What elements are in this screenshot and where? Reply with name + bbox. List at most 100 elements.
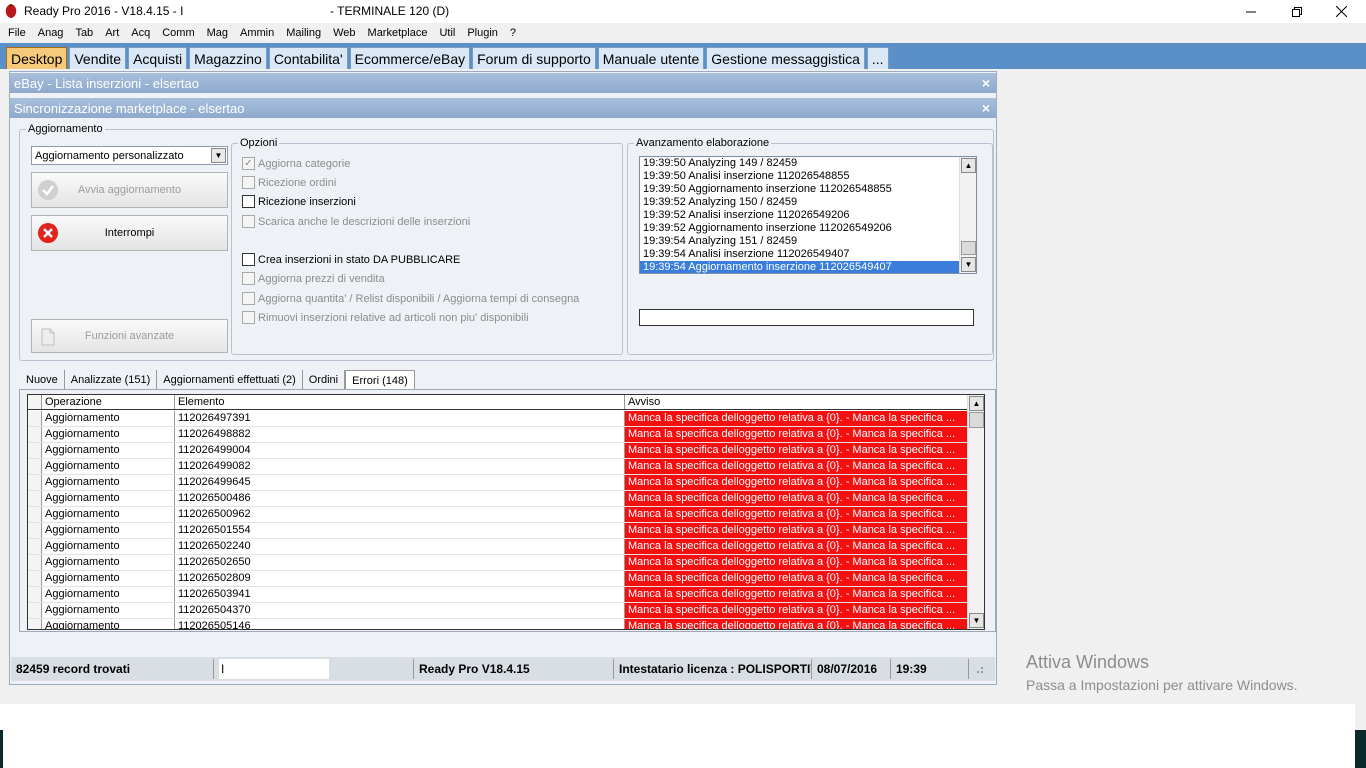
tab-errori[interactable]: Errori (148) xyxy=(345,370,415,390)
scroll-thumb[interactable] xyxy=(969,412,984,428)
log-scrollbar[interactable]: ▲ ▼ xyxy=(959,157,976,273)
menu-anag[interactable]: Anag xyxy=(32,27,70,39)
table-row[interactable]: Aggiornamento 112026500962 Manca la specif… xyxy=(28,507,969,523)
menu-web[interactable]: Web xyxy=(327,27,361,39)
close-window-button[interactable] xyxy=(1318,0,1364,23)
column-header-operazione[interactable]: Operazione xyxy=(42,395,175,409)
log-line-selected[interactable]: 19:39:54 Aggiornamento inserzione 112026… xyxy=(640,261,960,273)
tab-ecommerce-ebay[interactable]: Ecommerce/eBay xyxy=(349,47,471,69)
column-header-avviso[interactable]: Avviso xyxy=(625,395,969,409)
tab-more[interactable]: ... xyxy=(866,47,889,69)
scroll-up-icon[interactable]: ▲ xyxy=(969,396,984,411)
column-header-elemento[interactable]: Elemento xyxy=(175,395,625,409)
progress-log-list[interactable]: 19:39:50 Analyzing 149 / 82459 19:39:50 … xyxy=(639,156,977,274)
log-line[interactable]: 19:39:52 Analisi inserzione 112026549206 xyxy=(640,209,976,222)
menu-tab[interactable]: Tab xyxy=(69,27,99,39)
resize-grip-icon[interactable] xyxy=(969,659,995,679)
cell-operazione: Aggiornamento xyxy=(42,571,175,586)
grid-scrollbar[interactable]: ▲ ▼ xyxy=(967,395,984,629)
log-line[interactable]: 19:39:52 Aggiornamento inserzione 112026… xyxy=(640,222,976,235)
activation-watermark-text: Passa a Impostazioni per attivare Window… xyxy=(1026,677,1298,693)
checkbox-checked[interactable]: ✓ xyxy=(242,157,255,170)
cell-elemento: 112026498882 xyxy=(175,427,625,442)
menu-mailing[interactable]: Mailing xyxy=(280,27,327,39)
chevron-down-icon[interactable]: ▼ xyxy=(211,148,226,163)
tab-acquisti[interactable]: Acquisti xyxy=(128,47,188,69)
tab-vendite[interactable]: Vendite xyxy=(69,47,127,69)
menu-mag[interactable]: Mag xyxy=(201,27,234,39)
row-selector xyxy=(28,539,42,554)
checkbox[interactable] xyxy=(242,176,255,189)
table-row[interactable]: Aggiornamento 112026501554 Manca la specif… xyxy=(28,523,969,539)
table-row[interactable]: Aggiornamento 112026505146 Manca la specif… xyxy=(28,619,969,629)
table-row[interactable]: Aggiornamento 112026503941 Manca la specif… xyxy=(28,587,969,603)
scroll-down-icon[interactable]: ▼ xyxy=(969,613,984,628)
menu-comm[interactable]: Comm xyxy=(156,27,200,39)
log-line[interactable]: 19:39:54 Analyzing 151 / 82459 xyxy=(640,235,976,248)
menu-util[interactable]: Util xyxy=(433,27,461,39)
update-mode-select[interactable]: Aggiornamento personalizzato ▼ xyxy=(31,146,228,165)
option-scarica-descrizioni[interactable]: Scarica anche le descrizioni delle inser… xyxy=(242,215,470,228)
minimize-button[interactable] xyxy=(1228,0,1274,23)
table-row[interactable]: Aggiornamento 112026502650 Manca la specif… xyxy=(28,555,969,571)
checkbox[interactable] xyxy=(242,195,255,208)
status-search-box[interactable]: I xyxy=(214,659,414,679)
scroll-thumb[interactable] xyxy=(961,241,976,255)
table-row[interactable]: Aggiornamento 112026498882 Manca la specif… xyxy=(28,427,969,443)
ebay-list-close-icon[interactable]: × xyxy=(982,75,990,91)
stop-button[interactable]: Interrompi xyxy=(31,215,228,251)
menu-art[interactable]: Art xyxy=(99,27,125,39)
menu-acq[interactable]: Acq xyxy=(125,27,156,39)
log-line[interactable]: 19:39:50 Analisi inserzione 112026548855 xyxy=(640,170,976,183)
table-row[interactable]: Aggiornamento 112026499645 Manca la specif… xyxy=(28,475,969,491)
menu-file[interactable]: File xyxy=(2,27,32,39)
sync-close-icon[interactable]: × xyxy=(982,100,990,116)
tab-contabilita[interactable]: Contabilita' xyxy=(268,47,348,69)
checkbox[interactable] xyxy=(242,215,255,228)
tab-aggiornamenti-effettuati[interactable]: Aggiornamenti effettuati (2) xyxy=(157,370,303,390)
status-version: Ready Pro V18.4.15 xyxy=(414,659,614,679)
option-rimuovi-inserzioni[interactable]: Rimuovi inserzioni relative ad articoli … xyxy=(242,311,529,324)
menu-ammin[interactable]: Ammin xyxy=(234,27,280,39)
option-crea-inserzioni[interactable]: Crea inserzioni in stato DA PUBBLICARE xyxy=(242,253,460,266)
checkbox[interactable] xyxy=(242,292,255,305)
option-ricezione-inserzioni[interactable]: Ricezione inserzioni xyxy=(242,195,356,208)
menu-marketplace[interactable]: Marketplace xyxy=(362,27,434,39)
log-line[interactable]: 19:39:50 Analyzing 149 / 82459 xyxy=(640,157,976,170)
tab-nuove[interactable]: Nuove xyxy=(20,370,65,390)
menu-plugin[interactable]: Plugin xyxy=(461,27,504,39)
checkbox[interactable] xyxy=(242,253,255,266)
table-row[interactable]: Aggiornamento 112026497391 Manca la specif… xyxy=(28,411,969,427)
errors-grid[interactable]: Operazione Elemento Avviso Aggiornamento… xyxy=(27,394,985,630)
tab-gestione-messaggistica[interactable]: Gestione messaggistica xyxy=(706,47,865,69)
tab-manuale-utente[interactable]: Manuale utente xyxy=(597,47,705,69)
restore-button[interactable] xyxy=(1274,0,1320,23)
table-row[interactable]: Aggiornamento 112026502809 Manca la specif… xyxy=(28,571,969,587)
table-row[interactable]: Aggiornamento 112026499082 Manca la specif… xyxy=(28,459,969,475)
option-aggiorna-quantita[interactable]: Aggiorna quantita' / Relist disponibili … xyxy=(242,292,579,305)
tab-magazzino[interactable]: Magazzino xyxy=(189,47,267,69)
log-line[interactable]: 19:39:50 Aggiornamento inserzione 112026… xyxy=(640,183,976,196)
table-row[interactable]: Aggiornamento 112026502240 Manca la specif… xyxy=(28,539,969,555)
scroll-up-icon[interactable]: ▲ xyxy=(961,158,976,173)
checkbox[interactable] xyxy=(242,272,255,285)
option-aggiorna-prezzi[interactable]: Aggiorna prezzi di vendita xyxy=(242,272,385,285)
table-row[interactable]: Aggiornamento 112026504370 Manca la specif… xyxy=(28,603,969,619)
tab-ordini[interactable]: Ordini xyxy=(303,370,346,390)
log-line[interactable]: 19:39:54 Analisi inserzione 112026549407 xyxy=(640,248,976,261)
tab-desktop[interactable]: Desktop xyxy=(6,47,68,69)
tab-forum-supporto[interactable]: Forum di supporto xyxy=(472,47,596,69)
option-ricezione-ordini[interactable]: Ricezione ordini xyxy=(242,176,336,189)
menu-help[interactable]: ? xyxy=(504,27,522,39)
log-line[interactable]: 19:39:52 Analyzing 150 / 82459 xyxy=(640,196,976,209)
table-row[interactable]: Aggiornamento 112026500486 Manca la specif… xyxy=(28,491,969,507)
tab-analizzate[interactable]: Analizzate (151) xyxy=(65,370,158,390)
option-aggiorna-categorie[interactable]: ✓ Aggiorna categorie xyxy=(242,157,350,170)
table-row[interactable]: Aggiornamento 112026499004 Manca la specif… xyxy=(28,443,969,459)
advanced-functions-button[interactable]: Funzioni avanzate xyxy=(31,319,228,353)
checkbox[interactable] xyxy=(242,311,255,324)
status-search-input[interactable]: I xyxy=(219,659,329,679)
scroll-down-icon[interactable]: ▼ xyxy=(961,257,976,272)
start-update-button[interactable]: Avvia aggiornamento xyxy=(31,172,228,208)
app-logo-icon xyxy=(5,4,17,18)
